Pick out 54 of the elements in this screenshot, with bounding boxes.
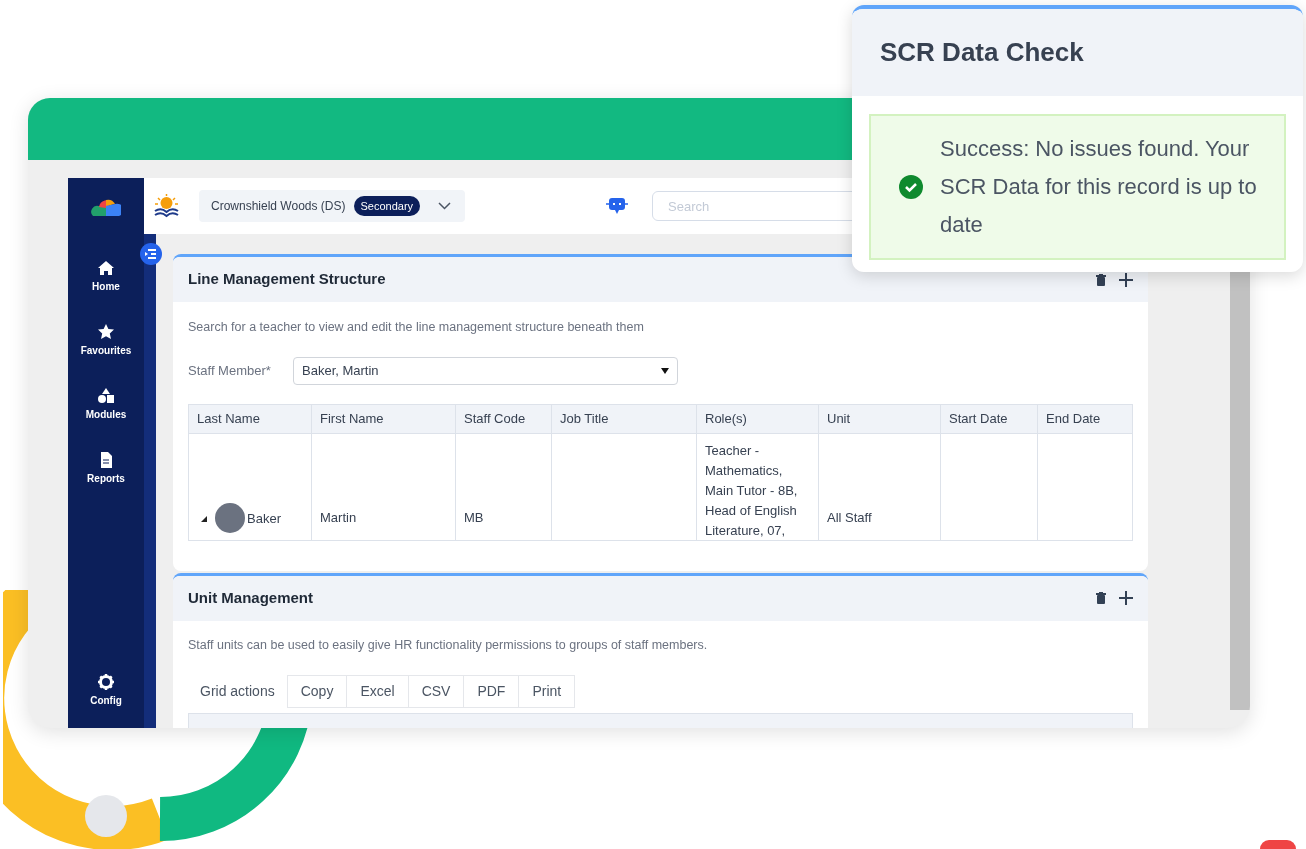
sidebar-item[interactable]: Modules (85, 388, 127, 422)
document-icon (98, 452, 114, 468)
chat-bot-icon[interactable] (605, 196, 629, 216)
expanded-triangle-icon[interactable] (201, 515, 207, 522)
column-header[interactable]: Last Name (189, 404, 312, 433)
column-header[interactable]: First Name (312, 404, 456, 433)
plus-icon[interactable] (1119, 591, 1133, 606)
grid-action-button[interactable]: Print (519, 674, 576, 708)
phase-badge: Secondary (353, 195, 421, 217)
scrollbar[interactable] (1230, 270, 1250, 710)
grid-action-button[interactable]: Copy (286, 674, 348, 708)
staff-member-select[interactable]: Baker, Martin (293, 356, 678, 385)
column-header[interactable]: Job Title (552, 404, 697, 433)
home-icon (98, 260, 114, 276)
sidebar-item[interactable]: Config (90, 674, 122, 708)
grid-action-button[interactable]: CSV (408, 674, 465, 708)
table-cell-text: All Staff (827, 508, 872, 527)
sidebar-item[interactable]: Reports (87, 452, 125, 486)
school-logo-icon (153, 193, 180, 219)
field-label: Staff Member* (188, 362, 272, 380)
grid-action-button[interactable]: Excel (347, 674, 409, 708)
card-title: Unit Management (188, 588, 313, 608)
school-selector[interactable]: Crownshield Woods (DS) Secondary (199, 190, 465, 222)
table-cell-text: Teacher - Mathematics, Main Tutor - 8B, Head of English Literature, 07, (705, 441, 799, 540)
delete-icon[interactable] (1096, 273, 1106, 286)
avatar-placeholder (215, 502, 245, 533)
star-icon (98, 324, 114, 340)
column-header[interactable]: Unit (819, 404, 941, 433)
dot-decoration (1260, 840, 1296, 849)
sidebar-toggle-icon[interactable] (140, 243, 162, 265)
status-message: Success: No issues found. Your SCR Data for this record is up to date (940, 135, 1258, 239)
sidebar-item[interactable]: Favourites (80, 324, 132, 358)
grid-actions-label: Grid actions (199, 681, 276, 701)
shapes-icon (98, 388, 114, 404)
column-header[interactable]: Start Date (941, 404, 1038, 433)
cloud-logo-icon (91, 198, 121, 216)
card-title: Line Management Structure (188, 269, 386, 290)
delete-icon[interactable] (1096, 592, 1106, 605)
school-name: Crownshield Woods (DS) (211, 198, 346, 215)
card-description: Staff units can be used to easily give HR functionality permissions to groups of staff members. (188, 636, 709, 654)
table-cell-text: Baker (247, 509, 281, 528)
table-cell-text: MB (464, 508, 484, 527)
grid-action-button[interactable]: PDF (464, 674, 520, 708)
plus-icon[interactable] (1119, 272, 1133, 287)
column-header[interactable]: Staff Code (456, 404, 552, 433)
card-description: Search for a teacher to view and edit the line management structure beneath them (188, 319, 645, 336)
dropdown-arrow-icon (661, 367, 669, 374)
chevron-down-icon (438, 202, 451, 210)
column-header[interactable]: End Date (1038, 404, 1132, 433)
sidebar-item[interactable]: Home (92, 260, 120, 294)
table-cell-text: Martin (320, 508, 357, 527)
settings-icon (98, 674, 114, 690)
popup-title: SCR Data Check (880, 36, 1084, 69)
column-header[interactable]: Role(s) (697, 404, 819, 433)
